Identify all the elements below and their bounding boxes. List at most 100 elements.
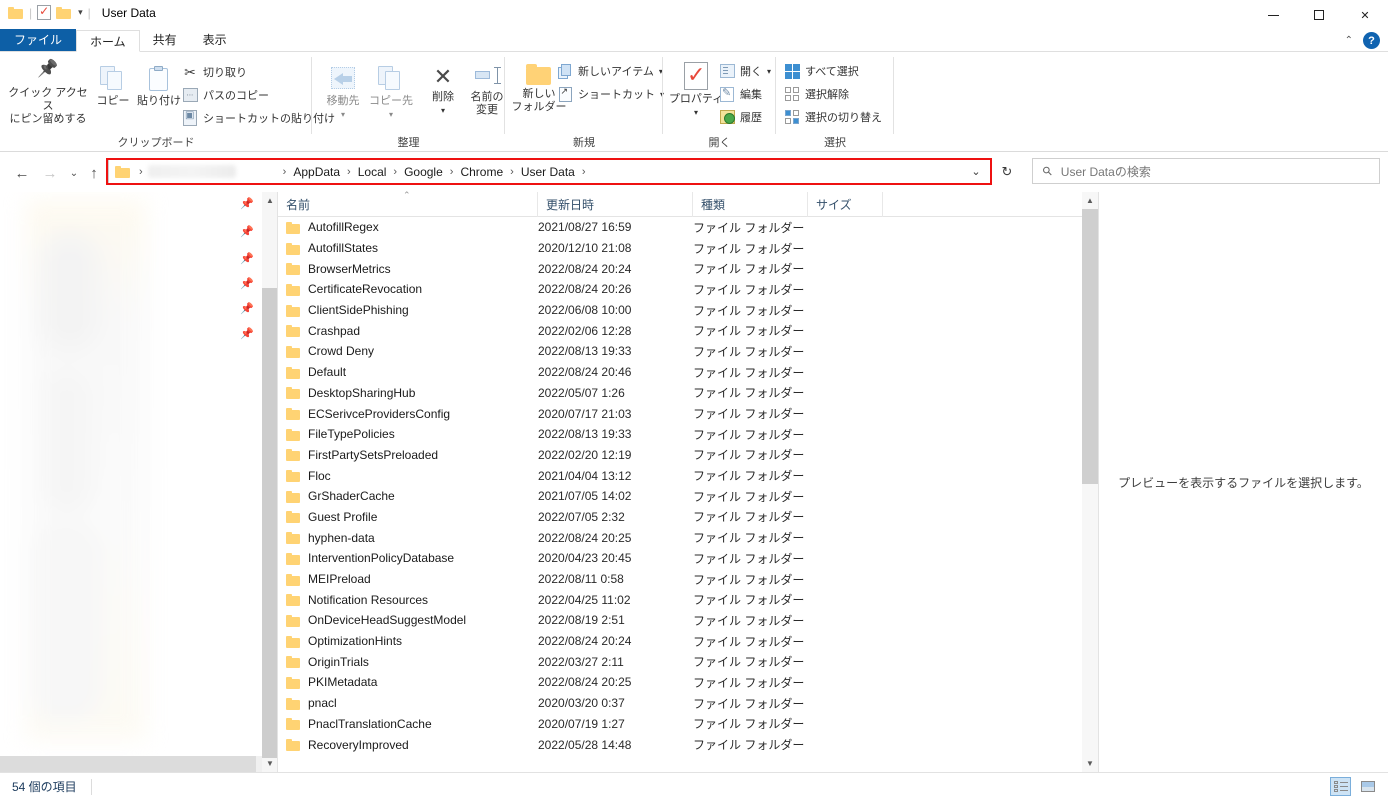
cut-button[interactable]: ✂ 切り取り	[182, 64, 247, 80]
customize-qat-caret-icon[interactable]: ▾	[78, 7, 83, 18]
large-icons-view-button[interactable]	[1357, 777, 1378, 796]
column-header-type[interactable]: 種類	[693, 192, 808, 217]
table-row[interactable]: GrShaderCache 2021/07/05 14:02 ファイル フォルダー	[278, 486, 1083, 507]
tab-view[interactable]: 表示	[190, 29, 240, 51]
help-icon[interactable]: ?	[1363, 32, 1380, 49]
table-row[interactable]: hyphen-data 2022/08/24 20:25 ファイル フォルダー	[278, 527, 1083, 548]
table-row[interactable]: OriginTrials 2022/03/27 2:11 ファイル フォルダー	[278, 651, 1083, 672]
select-none-button[interactable]: 選択解除	[784, 86, 849, 102]
delete-caret-icon[interactable]: ▾	[441, 104, 445, 117]
breadcrumb-separator[interactable]: ›	[505, 166, 519, 178]
collapse-ribbon-icon[interactable]: ⌃	[1345, 35, 1353, 46]
breadcrumb-separator[interactable]: ›	[577, 166, 591, 178]
navigation-pane[interactable]: 📌 📌 📌 📌 📌 📌 ▲ ▼	[0, 192, 278, 772]
table-row[interactable]: RecoveryImproved 2022/05/28 14:48 ファイル フォル…	[278, 734, 1083, 755]
refresh-button[interactable]: ↻	[996, 161, 1018, 182]
table-row[interactable]: ECSerivceProvidersConfig 2020/07/17 21:03…	[278, 403, 1083, 424]
copy-to-caret-icon[interactable]: ▾	[389, 108, 393, 121]
table-row[interactable]: Notification Resources 2022/04/25 11:02 ファ…	[278, 589, 1083, 610]
table-row[interactable]: DesktopSharingHub 2022/05/07 1:26 ファイル フォル…	[278, 383, 1083, 404]
breadcrumb-separator[interactable]: ›	[388, 166, 402, 178]
breadcrumb-item-redacted[interactable]	[147, 165, 236, 178]
file-list[interactable]: AutofillRegex 2021/08/27 16:59 ファイル フォルダー A…	[278, 217, 1083, 772]
breadcrumb-item-appdata[interactable]: AppData	[291, 165, 342, 179]
nav-pane-horizontal-scrollbar[interactable]	[0, 756, 262, 772]
copy-path-button[interactable]: ⋯ パスのコピー	[182, 87, 269, 103]
table-row[interactable]: FirstPartySetsPreloaded 2022/02/20 12:19 フ…	[278, 445, 1083, 466]
properties-checkmark-icon[interactable]	[37, 4, 52, 20]
breadcrumb-item-local[interactable]: Local	[356, 165, 389, 179]
table-row[interactable]: OptimizationHints 2022/08/24 20:24 ファイル フォ…	[278, 631, 1083, 652]
table-row[interactable]: Floc 2021/04/04 13:12 ファイル フォルダー	[278, 465, 1083, 486]
forward-button[interactable]: →	[38, 161, 62, 185]
table-row[interactable]: Crowd Deny 2022/08/13 19:33 ファイル フォルダー	[278, 341, 1083, 362]
search-box[interactable]: ⚲ User Dataの検索	[1032, 158, 1380, 184]
breadcrumb-item-user-data[interactable]: User Data	[519, 165, 577, 179]
close-button[interactable]: ✕	[1342, 0, 1388, 30]
open-button[interactable]: 開く ▾	[719, 63, 771, 79]
file-list-vertical-scrollbar[interactable]: ▲ ▼	[1082, 192, 1098, 772]
delete-button[interactable]: ✕ 削除 ▾	[422, 66, 464, 117]
pin-to-quick-access-button[interactable]: クイック アクセス にピン留めする	[8, 62, 88, 126]
table-row[interactable]: PKIMetadata 2022/08/24 20:25 ファイル フォルダー	[278, 672, 1083, 693]
list-scroll-down-icon[interactable]: ▼	[1082, 755, 1098, 772]
invert-selection-button[interactable]: 選択の切り替え	[784, 109, 882, 125]
nav-pane-hscroll-thumb[interactable]	[0, 756, 256, 772]
edit-button[interactable]: 編集	[719, 86, 762, 102]
history-button[interactable]: 履歴	[719, 109, 762, 125]
new-item-button[interactable]: 新しいアイテム ▾	[557, 63, 663, 79]
breadcrumb-separator[interactable]: ›	[342, 166, 356, 178]
breadcrumb[interactable]: › › AppData › Local › Google › Chrome › …	[108, 160, 962, 183]
breadcrumb-item-google[interactable]: Google	[402, 165, 445, 179]
nav-scroll-up-icon[interactable]: ▲	[262, 192, 278, 209]
table-row[interactable]: AutofillRegex 2021/08/27 16:59 ファイル フォルダー	[278, 217, 1083, 238]
table-row[interactable]: FileTypePolicies 2022/08/13 19:33 ファイル フォル…	[278, 424, 1083, 445]
file-list-scroll-thumb[interactable]	[1082, 209, 1098, 484]
new-shortcut-button[interactable]: ショートカット ▾	[557, 86, 664, 102]
table-row[interactable]: ClientSidePhishing 2022/06/08 10:00 ファイル フ…	[278, 300, 1083, 321]
select-all-button[interactable]: すべて選択	[784, 63, 859, 79]
tab-share[interactable]: 共有	[140, 29, 190, 51]
column-header-name[interactable]: 名前 ⌃	[278, 190, 538, 217]
table-row[interactable]: MEIPreload 2022/08/11 0:58 ファイル フォルダー	[278, 569, 1083, 590]
table-row[interactable]: PnaclTranslationCache 2020/07/19 1:27 ファイル…	[278, 714, 1083, 735]
new-folder-icon[interactable]	[56, 6, 72, 19]
table-row[interactable]: CertificateRevocation 2022/08/24 20:26 ファイ…	[278, 279, 1083, 300]
breadcrumb-separator[interactable]: ›	[134, 166, 148, 178]
search-input[interactable]: User Dataの検索	[1061, 163, 1151, 180]
breadcrumb-item-chrome[interactable]: Chrome	[458, 165, 505, 179]
maximize-button[interactable]	[1296, 0, 1342, 30]
nav-pane-vscroll-thumb[interactable]	[262, 288, 278, 758]
move-to-caret-icon[interactable]: ▾	[341, 108, 345, 121]
open-caret-icon[interactable]: ▾	[767, 67, 771, 76]
move-to-button[interactable]: 移動先 ▾	[320, 66, 366, 121]
table-row[interactable]: AutofillStates 2020/12/10 21:08 ファイル フォルダー	[278, 238, 1083, 259]
tab-file[interactable]: ファイル	[0, 29, 77, 51]
table-row[interactable]: OnDeviceHeadSuggestModel 2022/08/19 2:51 フ…	[278, 610, 1083, 631]
column-header-size[interactable]: サイズ	[808, 192, 883, 217]
table-row[interactable]: BrowserMetrics 2022/08/24 20:24 ファイル フォルダー	[278, 258, 1083, 279]
properties-button[interactable]: プロパティ ▾	[667, 62, 725, 119]
address-dropdown-button[interactable]: ⌄	[962, 160, 990, 183]
breadcrumb-separator[interactable]: ›	[445, 166, 459, 178]
breadcrumb-separator[interactable]: ›	[278, 166, 292, 178]
address-bar[interactable]: › › AppData › Local › Google › Chrome › …	[106, 158, 992, 185]
paste-button[interactable]: 貼り付け	[134, 66, 184, 108]
column-header-date[interactable]: 更新日時	[538, 192, 693, 217]
folder-icon[interactable]	[8, 6, 24, 19]
minimize-button[interactable]	[1250, 0, 1296, 30]
copy-button[interactable]: コピー	[92, 66, 134, 108]
back-button[interactable]: ←	[10, 161, 34, 185]
nav-scroll-down-icon[interactable]: ▼	[262, 755, 278, 772]
details-view-button[interactable]	[1330, 777, 1351, 796]
table-row[interactable]: pnacl 2020/03/20 0:37 ファイル フォルダー	[278, 693, 1083, 714]
table-row[interactable]: InterventionPolicyDatabase 2020/04/23 20:…	[278, 548, 1083, 569]
copy-to-button[interactable]: コピー先 ▾	[366, 66, 416, 121]
up-button[interactable]: ↑	[82, 161, 106, 185]
table-row[interactable]: Default 2022/08/24 20:46 ファイル フォルダー	[278, 362, 1083, 383]
nav-pane-vertical-scrollbar[interactable]: ▲ ▼	[262, 192, 278, 772]
table-row[interactable]: Guest Profile 2022/07/05 2:32 ファイル フォルダー	[278, 507, 1083, 528]
tab-home[interactable]: ホーム	[76, 30, 140, 52]
properties-caret-icon[interactable]: ▾	[694, 106, 698, 119]
list-scroll-up-icon[interactable]: ▲	[1082, 192, 1098, 209]
